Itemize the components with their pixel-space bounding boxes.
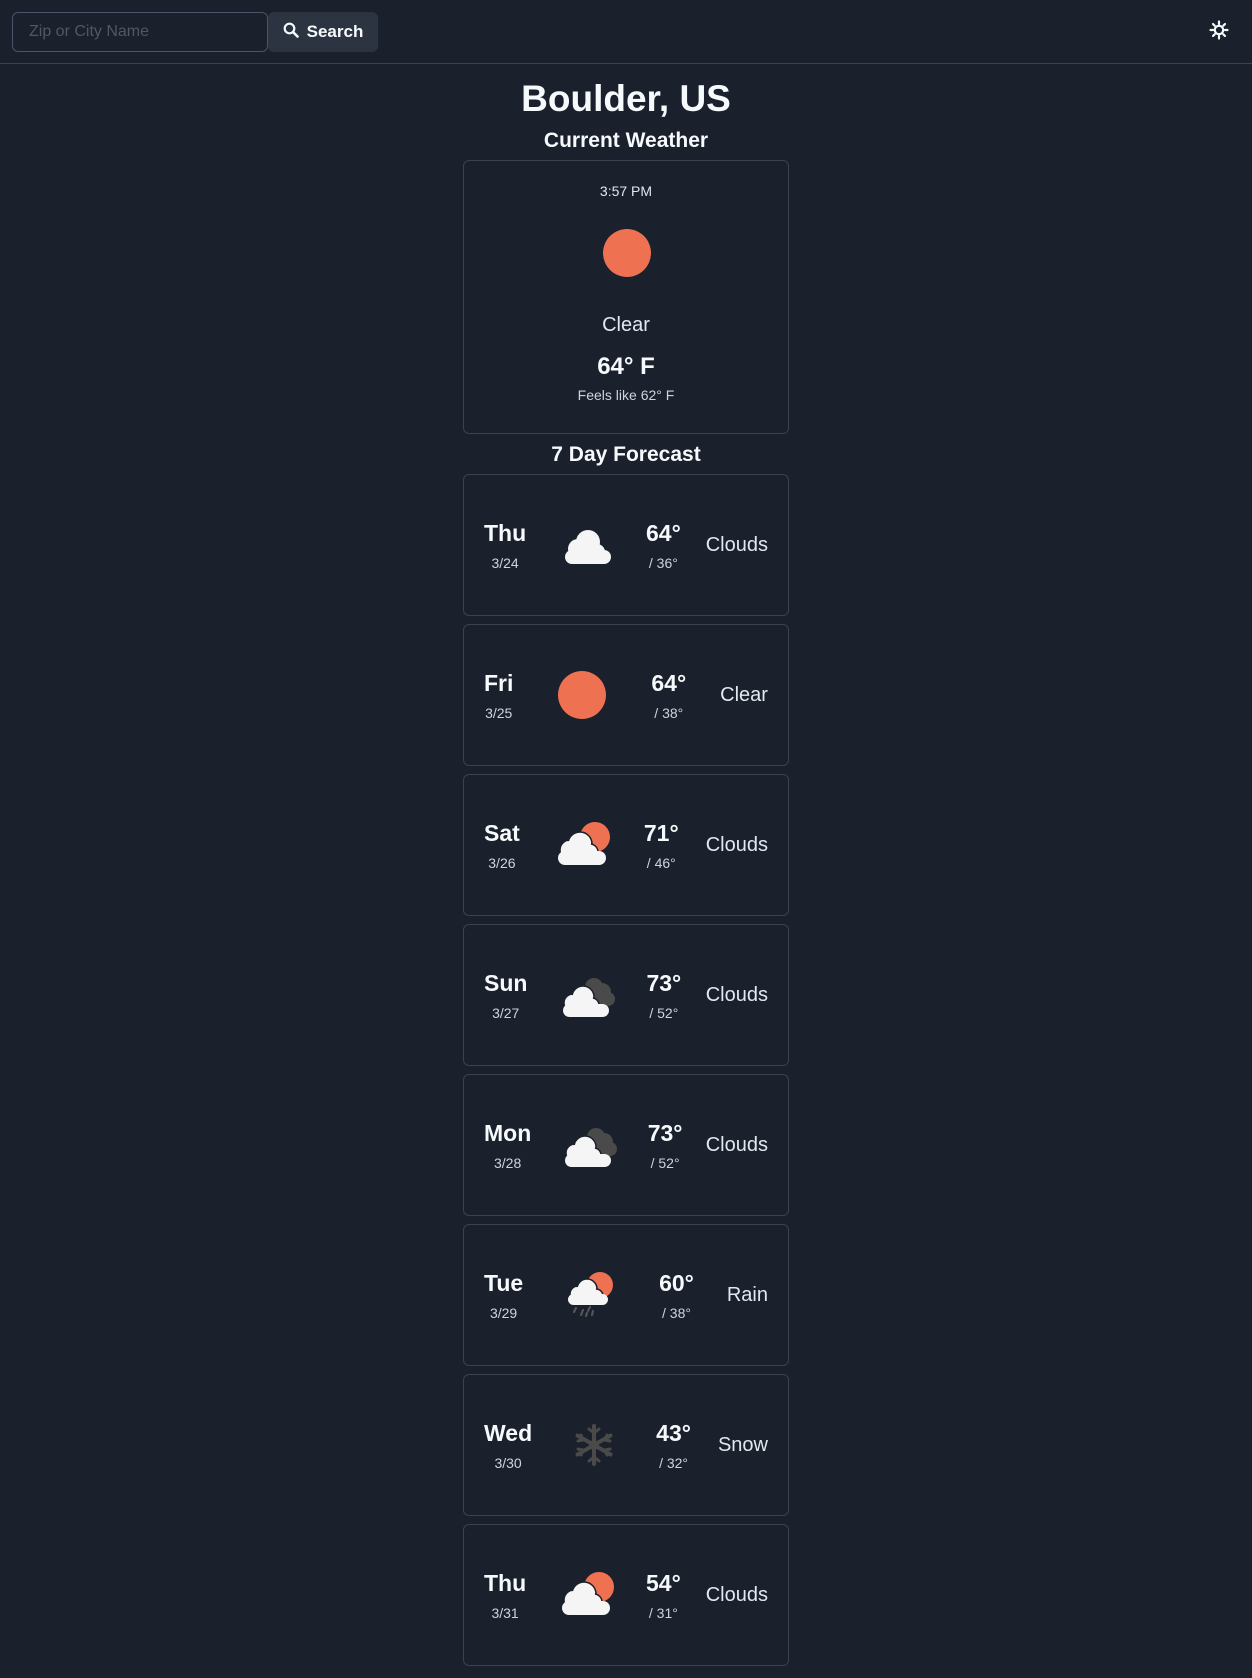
low-temp: / 52° bbox=[650, 1154, 680, 1171]
day-date: 3/24 bbox=[491, 554, 519, 571]
clear-sky-icon bbox=[547, 670, 617, 720]
forecast-day: Sat 3/26 bbox=[484, 820, 520, 871]
high-temp: 43° bbox=[656, 1419, 691, 1446]
high-temp: 54° bbox=[646, 1569, 681, 1596]
forecast-condition: Clouds bbox=[705, 533, 768, 556]
current-time: 3:57 PM bbox=[599, 183, 653, 199]
forecast-condition: Clear bbox=[720, 683, 768, 706]
forecast-day: Tue 3/29 bbox=[484, 1270, 523, 1321]
forecast-day-card: Thu 3/24 64° / 36° Clouds bbox=[463, 474, 789, 616]
forecast-temps: 54° / 31° bbox=[646, 1570, 681, 1621]
search-button[interactable]: Search bbox=[268, 12, 378, 52]
forecast-temps: 64° / 38° bbox=[651, 670, 686, 721]
low-temp: / 38° bbox=[662, 1304, 691, 1321]
current-weather-card: 3:57 PM Clear 64° F Feels like 62° F bbox=[463, 160, 789, 434]
forecast-heading: 7 Day Forecast bbox=[551, 443, 701, 466]
search-input[interactable] bbox=[12, 12, 268, 52]
forecast-temps: 60° / 38° bbox=[659, 1270, 694, 1321]
forecast-condition: Clouds bbox=[705, 1583, 768, 1606]
forecast-day-card: Sun 3/27 73° / 52° Clouds bbox=[463, 924, 789, 1066]
location-title: Boulder, US bbox=[521, 78, 731, 119]
partly-cloudy-icon bbox=[547, 820, 617, 870]
forecast-temps: 64° / 36° bbox=[646, 520, 681, 571]
day-name: Mon bbox=[484, 1119, 532, 1146]
high-temp: 64° bbox=[646, 519, 681, 546]
forecast-temps: 73° / 52° bbox=[646, 970, 681, 1021]
forecast-day: Mon 3/28 bbox=[484, 1120, 531, 1171]
day-date: 3/27 bbox=[492, 1004, 520, 1021]
day-name: Sat bbox=[484, 819, 520, 846]
forecast-day-card: Mon 3/28 73° / 52° Clouds bbox=[463, 1074, 789, 1216]
forecast-condition: Clouds bbox=[705, 1133, 768, 1156]
forecast-temps: 73° / 52° bbox=[648, 1120, 683, 1171]
current-temperature: 64° F bbox=[597, 353, 655, 380]
day-name: Sun bbox=[484, 969, 528, 996]
day-date: 3/28 bbox=[494, 1154, 522, 1171]
forecast-day-card: Wed 3/30 43° / 32° Snow bbox=[463, 1374, 789, 1516]
current-weather-heading: Current Weather bbox=[543, 129, 709, 152]
low-temp: / 36° bbox=[648, 554, 678, 571]
day-name: Wed bbox=[484, 1419, 533, 1446]
high-temp: 60° bbox=[659, 1269, 694, 1296]
forecast-day: Wed 3/30 bbox=[484, 1420, 532, 1471]
search-button-label: Search bbox=[306, 22, 364, 41]
forecast-day-card: Sat 3/26 71° / 46° Clouds bbox=[463, 774, 789, 916]
forecast-day: Thu 3/24 bbox=[484, 520, 526, 571]
high-temp: 71° bbox=[643, 819, 679, 846]
forecast-day-card: Tue 3/29 60° / 38° Rain bbox=[463, 1224, 789, 1366]
sun-icon bbox=[1209, 19, 1229, 45]
partly-cloudy-icon bbox=[551, 1570, 621, 1620]
forecast-day: Sun 3/27 bbox=[484, 970, 527, 1021]
clear-sky-icon bbox=[602, 228, 652, 278]
low-temp: / 46° bbox=[646, 854, 676, 871]
low-temp: / 52° bbox=[649, 1004, 679, 1021]
forecast-temps: 71° / 46° bbox=[644, 820, 679, 871]
day-date: 3/30 bbox=[494, 1454, 522, 1471]
feels-like: Feels like 62° F bbox=[577, 387, 675, 403]
day-date: 3/25 bbox=[485, 704, 513, 721]
rain-icon bbox=[556, 1270, 626, 1320]
forecast-temps: 43° / 32° bbox=[656, 1420, 691, 1471]
forecast-condition: Clouds bbox=[705, 833, 768, 856]
forecast-condition: Clouds bbox=[705, 983, 768, 1006]
forecast-day: Thu 3/31 bbox=[484, 1570, 526, 1621]
forecast-condition: Rain bbox=[726, 1283, 768, 1306]
day-name: Tue bbox=[484, 1269, 524, 1296]
day-name: Thu bbox=[484, 1569, 527, 1596]
current-condition: Clear bbox=[602, 314, 650, 336]
forecast-day: Fri 3/25 bbox=[484, 670, 513, 721]
high-temp: 73° bbox=[647, 1119, 683, 1146]
low-temp: / 31° bbox=[648, 1604, 678, 1621]
clouds-icon bbox=[551, 520, 621, 570]
snow-icon bbox=[559, 1420, 629, 1470]
low-temp: / 32° bbox=[659, 1454, 689, 1471]
top-bar: Search bbox=[0, 0, 1252, 64]
forecast-day-card: Fri 3/25 64° / 38° Clear bbox=[463, 624, 789, 766]
high-temp: 73° bbox=[646, 969, 682, 996]
broken-clouds-icon bbox=[554, 1120, 624, 1170]
search-icon bbox=[283, 22, 299, 43]
high-temp: 64° bbox=[651, 669, 687, 696]
forecast-condition: Snow bbox=[717, 1433, 768, 1456]
broken-clouds-icon bbox=[552, 970, 622, 1020]
theme-toggle-button[interactable] bbox=[1205, 18, 1233, 46]
day-date: 3/31 bbox=[491, 1604, 519, 1621]
day-name: Thu bbox=[484, 519, 527, 546]
low-temp: / 38° bbox=[654, 704, 684, 721]
forecast-day-card: Thu 3/31 54° / 31° Clouds bbox=[463, 1524, 789, 1666]
day-date: 3/26 bbox=[488, 854, 516, 871]
day-name: Fri bbox=[484, 669, 514, 696]
day-date: 3/29 bbox=[489, 1304, 518, 1321]
